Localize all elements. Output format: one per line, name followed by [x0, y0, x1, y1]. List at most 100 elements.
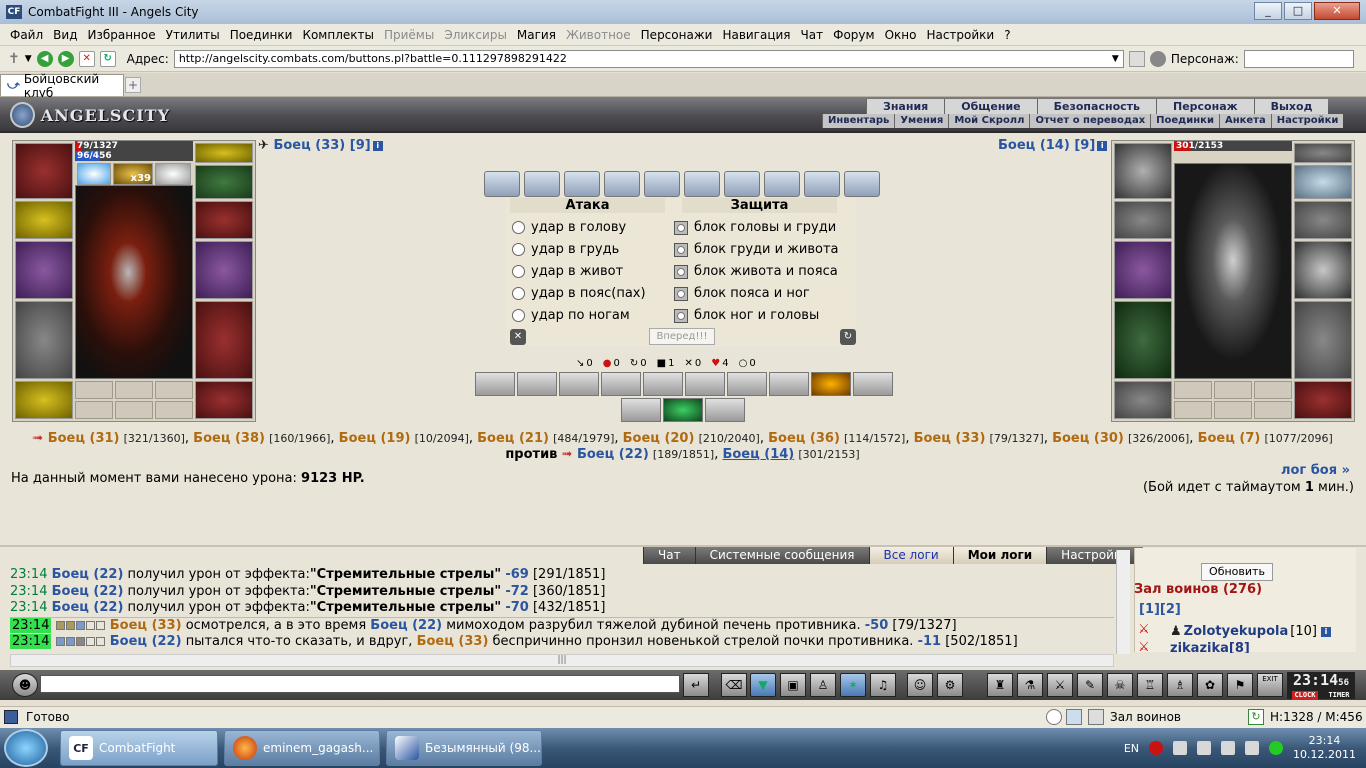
- radio-icon[interactable]: [674, 286, 688, 301]
- gift-icon[interactable]: ✿: [1197, 673, 1223, 697]
- enemy-gloves-slot[interactable]: [1294, 201, 1352, 239]
- flag-icon[interactable]: ⚑: [1227, 673, 1253, 697]
- belt-slot[interactable]: [15, 381, 73, 419]
- menu-item[interactable]: Файл: [10, 28, 43, 42]
- room-pages[interactable]: [1][2]: [1139, 602, 1181, 617]
- trick-slot[interactable]: [685, 372, 725, 396]
- fight-icon[interactable]: ⚔: [1138, 622, 1150, 637]
- info-icon[interactable]: i: [1320, 626, 1331, 637]
- empty-slot-4[interactable]: [75, 401, 113, 419]
- radio-icon[interactable]: [512, 309, 525, 322]
- shield-slot[interactable]: [195, 241, 253, 299]
- status-room-icon[interactable]: [1088, 709, 1104, 725]
- chat-target[interactable]: Боец (33): [417, 634, 489, 649]
- back-icon[interactable]: ◀: [36, 50, 53, 67]
- team1-fighter[interactable]: Боец (20): [623, 431, 695, 446]
- helmet-slot[interactable]: [15, 143, 73, 199]
- menu-item[interactable]: Навигация: [722, 28, 790, 42]
- bracers-slot[interactable]: [15, 201, 73, 239]
- chat-tab[interactable]: Все логи: [868, 547, 953, 564]
- attack-option[interactable]: удар в пояс(пах): [512, 286, 646, 301]
- filter-icon[interactable]: ▼: [750, 673, 776, 697]
- pet-cat-icon[interactable]: [155, 163, 191, 185]
- rings-slot[interactable]: [195, 165, 253, 199]
- enemy-shield-slot[interactable]: [1294, 241, 1352, 299]
- radio-icon[interactable]: [512, 287, 525, 300]
- pants-slot[interactable]: [195, 301, 253, 379]
- menu-item[interactable]: Эликсиры: [444, 28, 507, 42]
- taskbar-item-paint[interactable]: Безымянный (98...: [386, 730, 542, 766]
- enemy-armor-slot[interactable]: [1114, 301, 1172, 379]
- weapon-slot[interactable]: [15, 241, 73, 299]
- armor-icon[interactable]: ♖: [1137, 673, 1163, 697]
- chat-time[interactable]: 23:14: [10, 634, 52, 649]
- trick-slot[interactable]: [853, 372, 893, 396]
- menu-item[interactable]: Приёмы: [384, 28, 434, 42]
- gloves-slot[interactable]: [195, 201, 253, 239]
- chat-input[interactable]: [40, 675, 680, 693]
- subnav-link[interactable]: Отчет о переводах: [1029, 114, 1151, 128]
- trick-slot[interactable]: [727, 372, 767, 396]
- scroll-slot-icon[interactable]: [604, 171, 640, 197]
- trick-slot[interactable]: [559, 372, 599, 396]
- info-icon[interactable]: i: [372, 140, 383, 151]
- shield-right-icon[interactable]: ↻: [840, 329, 856, 345]
- enemy-empty-slot-6[interactable]: [1254, 401, 1292, 419]
- chat-actor[interactable]: Боец (22): [110, 634, 182, 649]
- enemy-empty-slot-4[interactable]: [1174, 401, 1212, 419]
- empty-slot-1[interactable]: [75, 381, 113, 399]
- radio-icon[interactable]: [674, 242, 688, 257]
- sword-icon[interactable]: ⚔: [1047, 673, 1073, 697]
- save-icon[interactable]: ▣: [780, 673, 806, 697]
- defense-option[interactable]: блок пояса и ног: [674, 286, 810, 301]
- scroll-slot-icon[interactable]: [684, 171, 720, 197]
- scroll-slot-icon[interactable]: [524, 171, 560, 197]
- enemy-weapon-slot[interactable]: [1114, 241, 1172, 299]
- trick-slot[interactable]: [601, 372, 641, 396]
- forward-icon[interactable]: ▶: [57, 50, 74, 67]
- smile-menu-icon[interactable]: ☻: [12, 673, 38, 697]
- enemy-rings-slot[interactable]: [1294, 165, 1352, 199]
- attack-option[interactable]: удар в живот: [512, 264, 623, 279]
- tray-opera-icon[interactable]: [1149, 741, 1164, 755]
- pin-icon[interactable]: ✝: [8, 51, 20, 67]
- menu-item[interactable]: Настройки: [926, 28, 994, 42]
- team1-fighter[interactable]: Боец (7): [1198, 431, 1261, 446]
- menu-item[interactable]: Чат: [801, 28, 824, 42]
- menu-item[interactable]: Магия: [517, 28, 556, 42]
- close-button[interactable]: ✕: [1314, 2, 1360, 20]
- player-entry[interactable]: ♟ Zolotyekupola [10] i: [1170, 624, 1331, 639]
- exit-button[interactable]: EXIT: [1257, 673, 1283, 697]
- tray-network-icon[interactable]: [1221, 741, 1236, 755]
- chat-actor[interactable]: Боец (22): [52, 567, 124, 582]
- team1-fighter[interactable]: Боец (19): [339, 431, 411, 446]
- radio-icon[interactable]: [512, 243, 525, 256]
- trick-slot-active[interactable]: [663, 398, 703, 422]
- empty-slot-6[interactable]: [155, 401, 193, 419]
- empty-slot-2[interactable]: [115, 381, 153, 399]
- amulet-slot[interactable]: [195, 143, 253, 163]
- status-refresh-icon[interactable]: ↻: [1248, 709, 1264, 725]
- scroll-slot-icon[interactable]: [804, 171, 840, 197]
- subnav-link[interactable]: Умения: [894, 114, 949, 128]
- smiley-icon[interactable]: ☺: [907, 673, 933, 697]
- left-fighter-name[interactable]: ✈ Боец (33) [9] i: [258, 138, 383, 153]
- language-indicator[interactable]: EN: [1124, 742, 1139, 755]
- options-icon[interactable]: ⚙: [937, 673, 963, 697]
- attack-option[interactable]: удар в грудь: [512, 242, 619, 257]
- subnav-link[interactable]: Настройки: [1270, 114, 1344, 128]
- scroll-slot-icon[interactable]: [724, 171, 760, 197]
- nav-link[interactable]: Знания: [866, 99, 945, 114]
- scroll-slot-icon[interactable]: [644, 171, 680, 197]
- attack-option[interactable]: удар по ногам: [512, 308, 630, 323]
- eraser-icon[interactable]: ⌫: [721, 673, 747, 697]
- radio-icon[interactable]: [512, 221, 525, 234]
- enemy-belt-slot[interactable]: [1114, 381, 1172, 419]
- team1-fighter[interactable]: Боец (30): [1052, 431, 1124, 446]
- trick-slot[interactable]: [643, 372, 683, 396]
- menu-item[interactable]: Персонажи: [641, 28, 713, 42]
- magic-icon[interactable]: ✶: [840, 673, 866, 697]
- chat-vertical-scrollbar[interactable]: [1116, 550, 1130, 654]
- forward-button[interactable]: Вперед!!!: [649, 328, 715, 345]
- status-list-icon[interactable]: [1066, 709, 1082, 725]
